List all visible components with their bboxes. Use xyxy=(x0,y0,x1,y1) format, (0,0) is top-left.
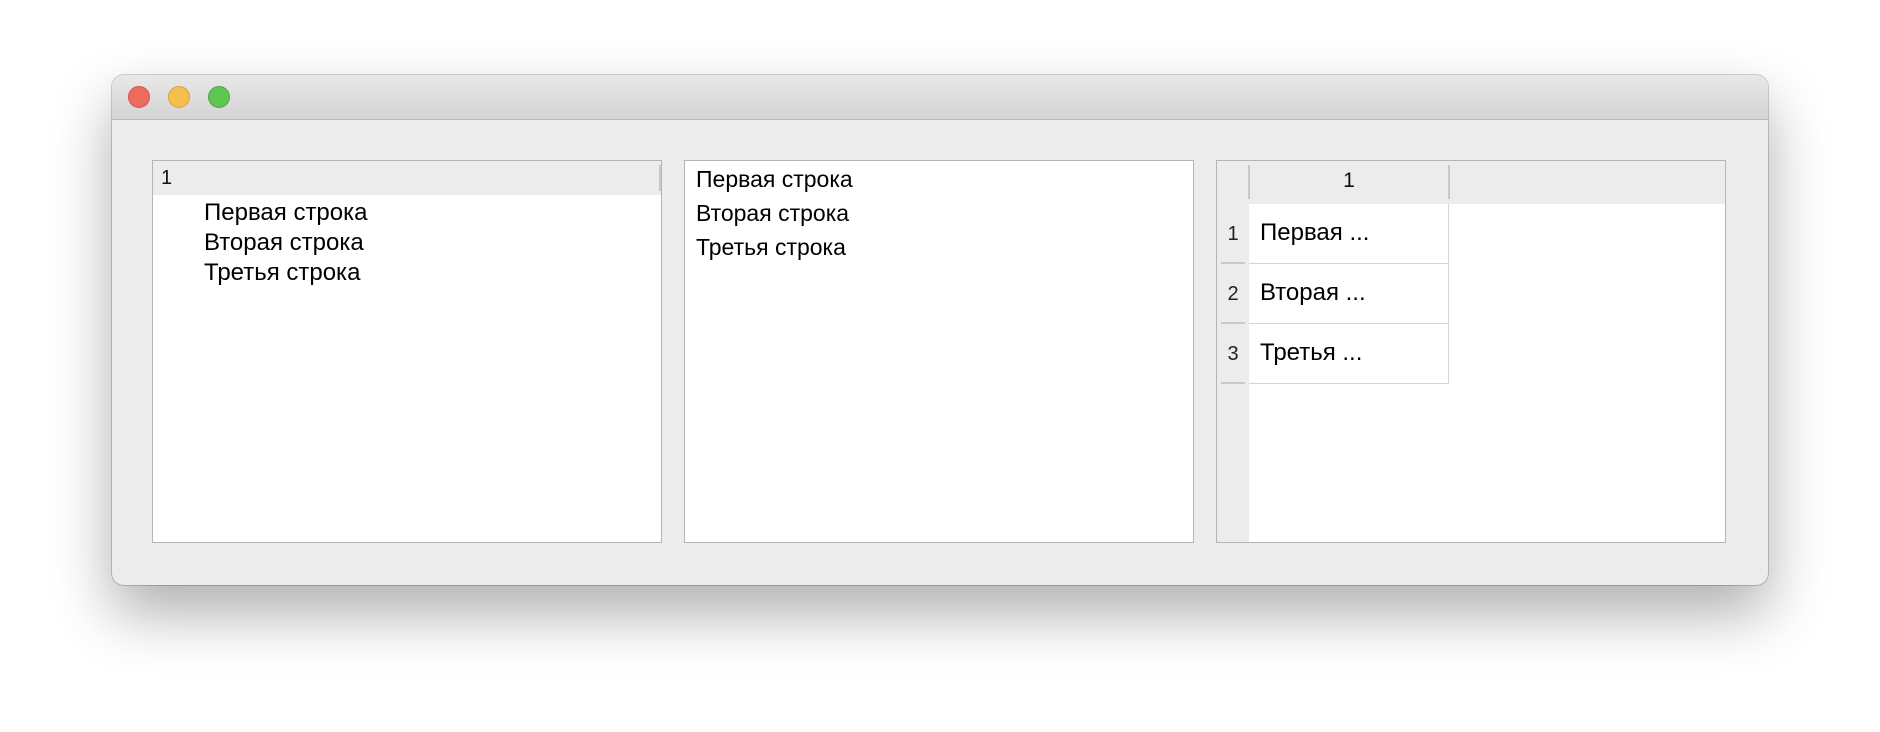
row-header[interactable]: 3 xyxy=(1217,324,1249,384)
app-window: 1 Первая строка Вторая строка Третья стр… xyxy=(112,75,1768,585)
table-cell[interactable]: Третья ... xyxy=(1249,324,1449,384)
row-separator xyxy=(1221,382,1245,384)
row-header[interactable]: 2 xyxy=(1217,264,1249,324)
column-divider[interactable] xyxy=(1448,165,1450,199)
list-item[interactable]: Третья строка xyxy=(696,234,846,261)
tree-item[interactable]: Вторая строка xyxy=(204,229,364,257)
table-cell[interactable]: Первая ... xyxy=(1249,204,1449,264)
tree-item[interactable]: Третья строка xyxy=(204,259,360,287)
zoom-button[interactable] xyxy=(208,86,230,108)
title-bar[interactable] xyxy=(112,75,1768,120)
tree-view[interactable]: 1 Первая строка Вторая строка Третья стр… xyxy=(152,160,662,543)
row-header[interactable]: 1 xyxy=(1217,204,1249,264)
tree-header[interactable]: 1 xyxy=(153,161,661,195)
list-view[interactable]: Первая строка Вторая строка Третья строк… xyxy=(684,160,1194,543)
list-item[interactable]: Вторая строка xyxy=(696,200,849,227)
minimize-button[interactable] xyxy=(168,86,190,108)
tree-header-divider[interactable] xyxy=(659,165,661,191)
close-button[interactable] xyxy=(128,86,150,108)
tree-item[interactable]: Первая строка xyxy=(204,199,368,227)
column-header-label[interactable]: 1 xyxy=(1249,169,1449,193)
table-view[interactable]: 1 1 2 3 Первая ... Вторая ... Третья ... xyxy=(1216,160,1726,543)
table-cell[interactable]: Вторая ... xyxy=(1249,264,1449,324)
tree-header-label: 1 xyxy=(161,167,173,189)
list-item[interactable]: Первая строка xyxy=(696,166,853,193)
table-corner-button[interactable] xyxy=(1217,161,1249,204)
